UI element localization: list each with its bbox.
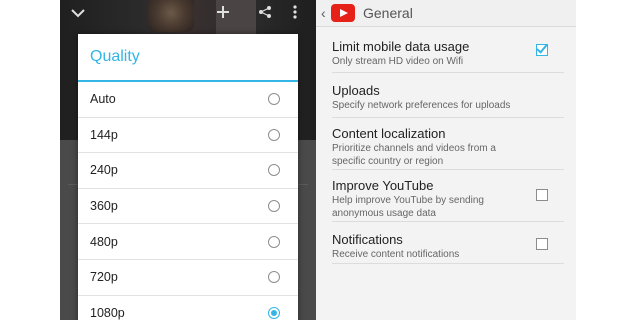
quality-option-label: 360p [90, 199, 118, 214]
checkbox[interactable] [536, 189, 548, 201]
youtube-logo-icon[interactable] [331, 4, 355, 22]
quality-option-360p[interactable]: 360p [78, 189, 298, 225]
pref-content-localization[interactable]: Content localization Prioritize channels… [332, 118, 564, 170]
radio-button[interactable] [268, 128, 280, 141]
quality-option-480p[interactable]: 480p [78, 224, 298, 260]
radio-button[interactable] [268, 271, 280, 284]
quality-option-label: 1080p [90, 305, 125, 320]
pref-summary: Help improve YouTube by sending anonymou… [332, 195, 484, 219]
quality-option-1080p[interactable]: 1080p [78, 296, 298, 320]
quality-option-label: 240p [90, 163, 118, 178]
page-title: General [363, 5, 413, 21]
quality-option-240p[interactable]: 240p [78, 153, 298, 189]
pref-title: Content localization [332, 126, 446, 141]
quality-option-720p[interactable]: 720p [78, 260, 298, 296]
back-chevron-icon[interactable]: ‹ [321, 5, 329, 21]
pref-uploads[interactable]: Uploads Specify network preferences for … [332, 73, 564, 118]
quality-option-label: Auto [90, 92, 116, 107]
quality-option-auto[interactable]: Auto [78, 82, 298, 118]
radio-button[interactable] [268, 235, 280, 248]
checkbox[interactable] [536, 238, 548, 250]
pref-title: Notifications [332, 232, 403, 247]
pref-title: Improve YouTube [332, 178, 434, 193]
radio-button[interactable] [268, 93, 280, 106]
general-settings-screen: ‹ General Limit mobile data usage Only s… [316, 0, 576, 320]
pref-summary: Prioritize channels and videos from a sp… [332, 143, 496, 167]
quality-option-144p[interactable]: 144p [78, 118, 298, 154]
quality-option-label: 480p [90, 234, 118, 249]
share-icon[interactable] [258, 4, 272, 22]
dialog-title: Quality [78, 34, 298, 82]
player-toolbar [60, 0, 316, 30]
radio-button[interactable] [268, 200, 280, 213]
pref-limit-mobile-data[interactable]: Limit mobile data usage Only stream HD v… [332, 27, 564, 73]
pref-title: Uploads [332, 83, 380, 98]
chevron-down-icon[interactable] [70, 4, 86, 22]
pref-summary: Specify network preferences for uploads [332, 100, 511, 111]
quality-option-label: 720p [90, 270, 118, 285]
pref-summary: Receive content notifications [332, 249, 460, 260]
pref-notifications[interactable]: Notifications Receive content notificati… [332, 222, 564, 264]
radio-button-selected[interactable] [268, 306, 280, 319]
checkbox-checked[interactable] [536, 44, 548, 56]
quality-option-label: 144p [90, 127, 118, 142]
quality-screen: Quality Auto 144p 240p 360p 480p 720p 10… [60, 0, 316, 320]
pref-improve-youtube[interactable]: Improve YouTube Help improve YouTube by … [332, 170, 564, 222]
pref-title: Limit mobile data usage [332, 39, 470, 54]
pref-summary: Only stream HD video on Wifi [332, 56, 464, 67]
radio-button[interactable] [268, 164, 280, 177]
quality-dialog: Quality Auto 144p 240p 360p 480p 720p 10… [78, 34, 298, 320]
add-icon[interactable] [216, 4, 230, 22]
action-bar: ‹ General [316, 0, 576, 27]
more-vert-icon[interactable] [292, 4, 298, 23]
